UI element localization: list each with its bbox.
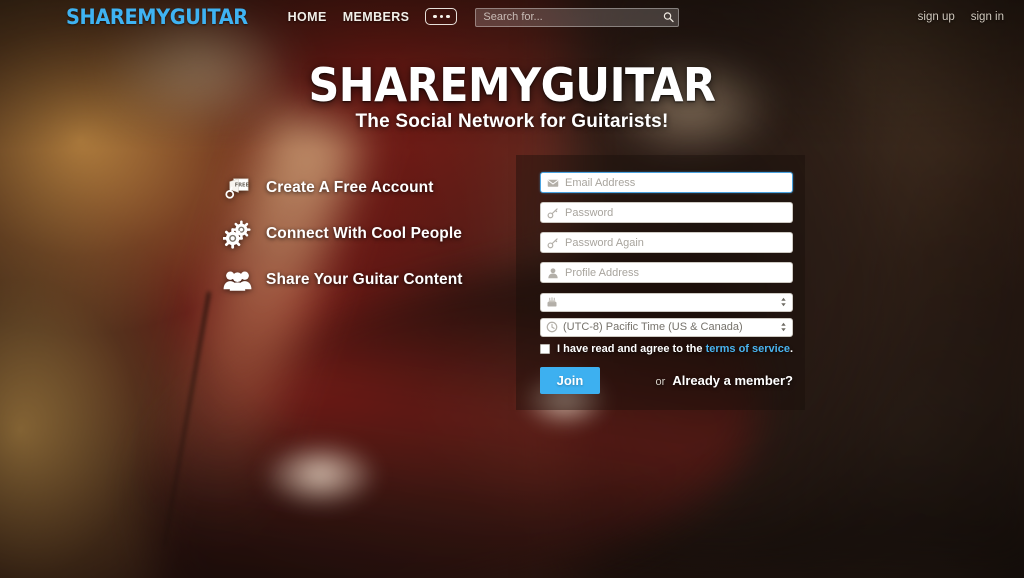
existing-member-group: or Already a member? — [656, 373, 793, 388]
terms-text-before: I have read and agree to the — [557, 343, 706, 355]
nav-link-home[interactable]: HOME — [288, 10, 327, 24]
terms-checkbox[interactable] — [540, 344, 550, 354]
signup-action-row: Join or Already a member? — [540, 367, 793, 394]
gears-icon — [222, 219, 252, 249]
or-label: or — [655, 376, 666, 388]
more-menu-button[interactable] — [425, 8, 458, 25]
dot-icon — [446, 14, 450, 19]
feature-item-create-account: FREE Create A Free Account — [222, 165, 492, 211]
profile-address-field[interactable] — [540, 262, 793, 283]
timezone-select[interactable]: (UTC-8) Pacific Time (US & Canada) — [540, 317, 793, 337]
password-field-wrapper — [540, 202, 793, 223]
feature-item-connect-people: Connect With Cool People — [222, 211, 492, 257]
password-again-field-wrapper — [540, 232, 793, 253]
terms-of-service-link[interactable]: terms of service — [706, 343, 790, 355]
terms-text: I have read and agree to the terms of se… — [557, 343, 793, 355]
primary-nav: HOME MEMBERS — [288, 8, 458, 25]
signup-panel: (UTC-8) Pacific Time (US & Canada) I hav… — [516, 155, 805, 410]
feature-label: Connect With Cool People — [266, 225, 463, 242]
timezone-select-wrapper: (UTC-8) Pacific Time (US & Canada) — [540, 317, 793, 337]
feature-item-share-content: Share Your Guitar Content — [222, 257, 492, 303]
auth-nav: sign up sign in — [918, 11, 1004, 23]
feature-label: Create A Free Account — [266, 179, 434, 196]
birthday-select-wrapper — [540, 292, 793, 312]
feature-list: FREE Create A Free Account Connect With … — [222, 165, 492, 303]
nav-sign-up[interactable]: sign up — [918, 11, 955, 23]
price-tag-free-icon: FREE — [222, 173, 252, 203]
dot-icon — [433, 14, 437, 19]
feature-label: Share Your Guitar Content — [266, 271, 463, 288]
terms-text-after: . — [789, 343, 794, 355]
email-field-wrapper — [540, 172, 793, 193]
landing-page: SHAREMYGUITAR HOME MEMBERS sign up sign … — [0, 0, 1024, 578]
password-again-field[interactable] — [540, 232, 793, 253]
nav-sign-in[interactable]: sign in — [971, 11, 1004, 23]
already-a-member-link[interactable]: Already a member? — [672, 373, 793, 388]
hero-subtitle: The Social Network for Guitarists! — [355, 111, 669, 132]
group-of-people-icon — [222, 265, 252, 295]
birthday-select[interactable] — [540, 292, 793, 312]
search-box — [475, 7, 680, 27]
top-navbar: SHAREMYGUITAR HOME MEMBERS sign up sign … — [0, 0, 1024, 33]
email-field[interactable] — [540, 172, 793, 193]
svg-text:FREE: FREE — [234, 182, 249, 188]
terms-row: I have read and agree to the terms of se… — [540, 342, 793, 356]
profile-address-field-wrapper — [540, 262, 793, 283]
search-input[interactable] — [475, 7, 680, 27]
hero-title: SHAREMYGUITAR — [308, 58, 716, 112]
join-button[interactable]: Join — [540, 367, 600, 394]
search-icon[interactable] — [663, 11, 675, 22]
nav-link-members[interactable]: MEMBERS — [343, 10, 410, 24]
dot-icon — [439, 14, 444, 19]
site-logo[interactable]: SHAREMYGUITAR — [66, 5, 248, 29]
password-field[interactable] — [540, 202, 793, 223]
